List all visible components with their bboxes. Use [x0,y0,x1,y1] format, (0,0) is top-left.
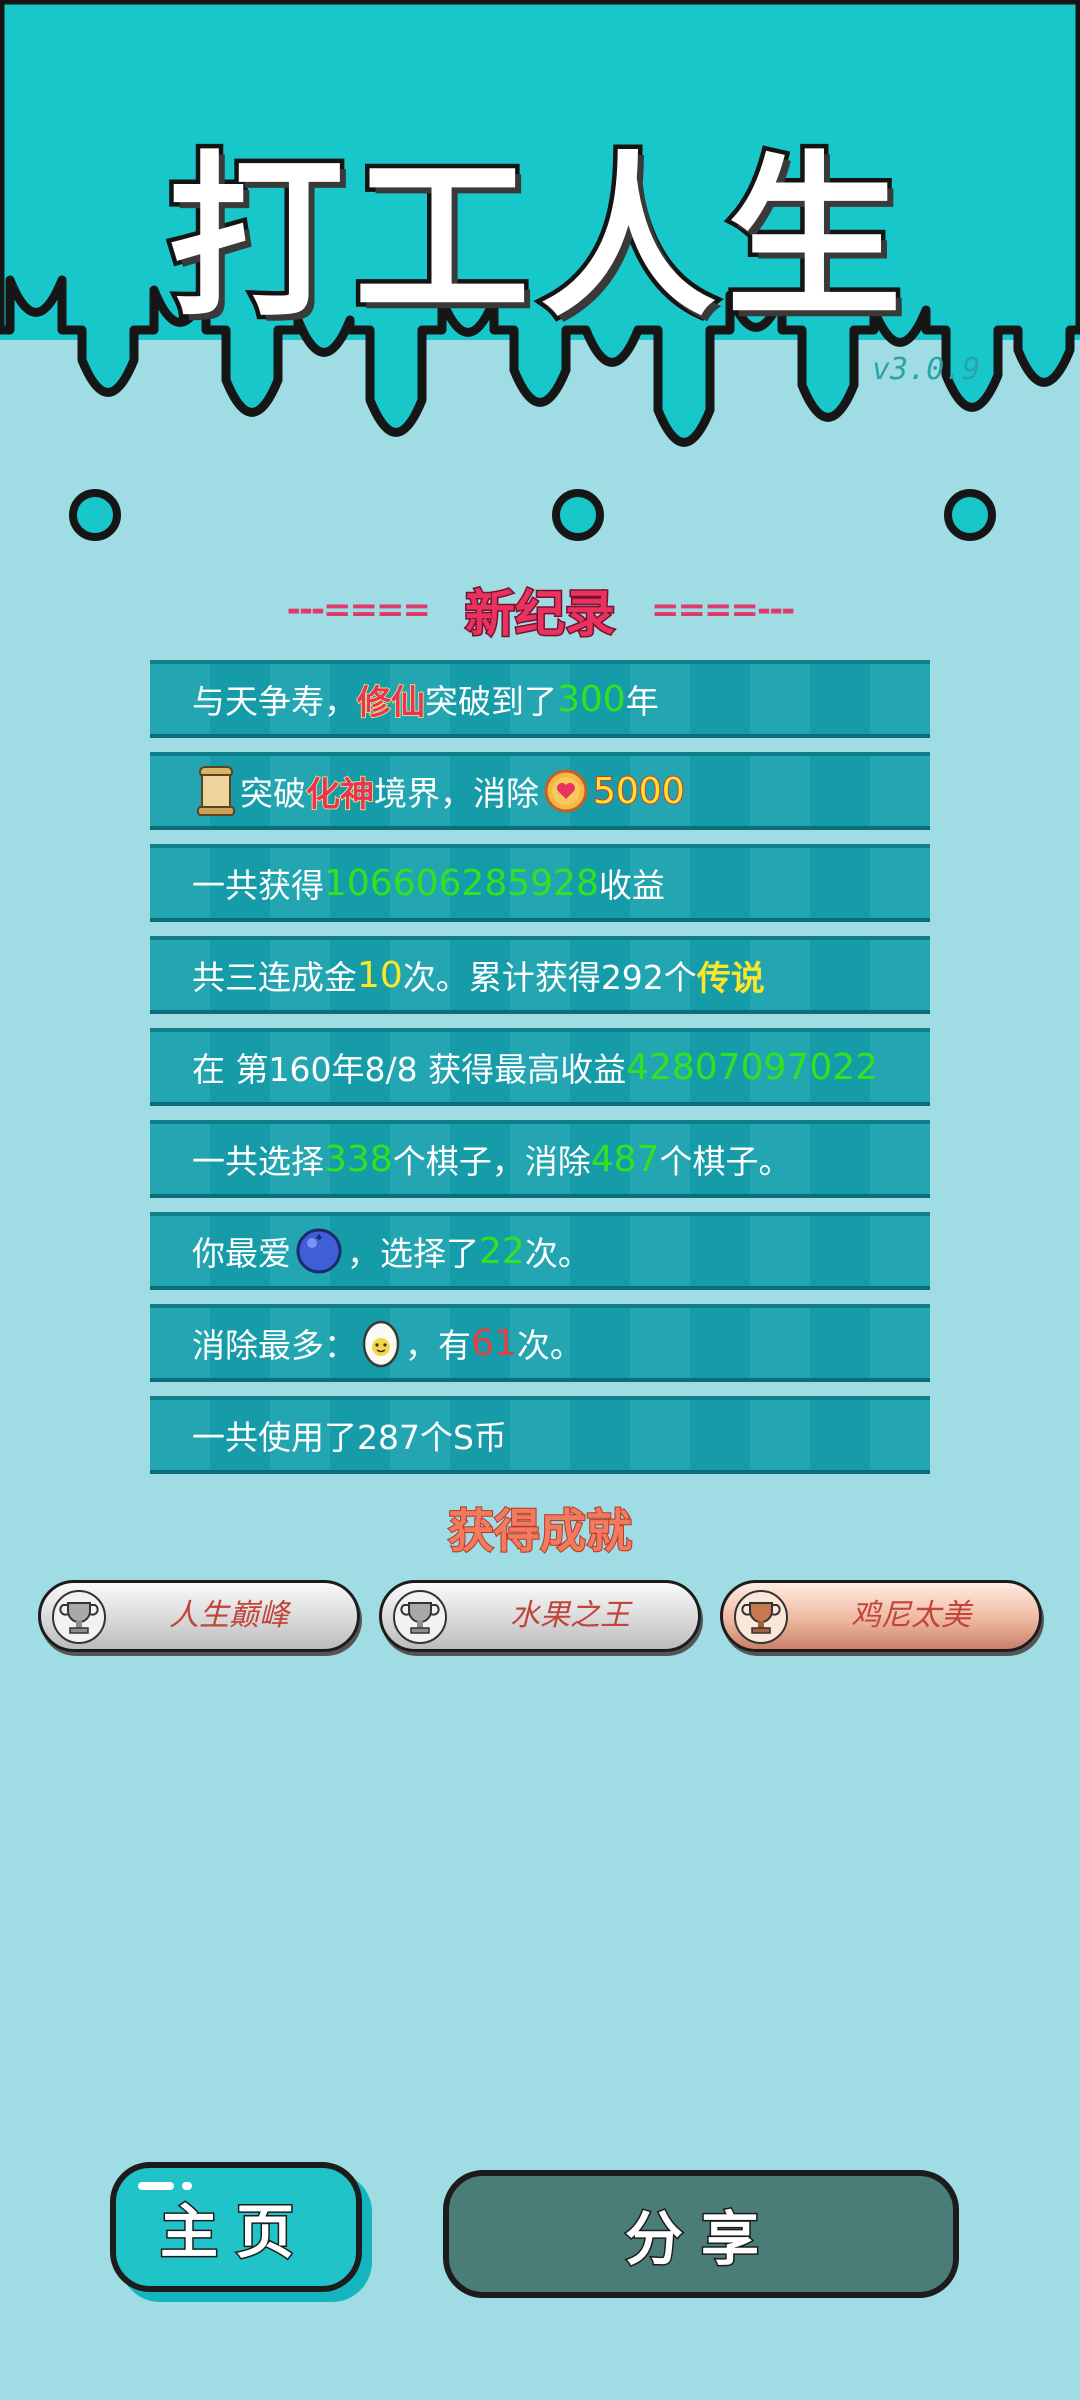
stat-text: 境界，消除 [374,774,539,813]
drip-drop [944,489,996,541]
trophy-icon [393,1590,447,1644]
blueberry-icon [296,1228,342,1274]
stat-row-income: 一共获得 106606285928 收益 [150,844,930,922]
stat-text: 次。累计获得292个 [402,958,697,997]
stat-text: 突破 [240,774,306,813]
stat-value: 10 [357,954,403,996]
stat-text: 突破到了 [425,682,557,721]
stat-value: 338 [324,1138,393,1180]
button-shine [182,2182,192,2190]
stat-text: 在 第160年8/8 获得最高收益 [192,1050,627,1089]
stat-text: 收益 [598,866,665,905]
stat-text: 你最爱 [192,1234,291,1273]
stat-value: 42807097022 [626,1046,879,1088]
button-shine [138,2182,174,2190]
achievement-label: 鸡尼太美 [851,1598,971,1633]
home-button[interactable]: 主页 [110,2162,362,2292]
realm-tag: 修仙 [356,682,426,724]
stat-text: 一共获得 [192,866,324,905]
trophy-icon [734,1590,788,1644]
stat-text: 与天争寿， [192,682,357,721]
stat-text: 个棋子，消除 [392,1142,591,1181]
stats-list: 与天争寿， 修仙 突破到了 300 年 突破 化神 境界，消除 5000 一共获… [150,660,930,1488]
achievements-title: 获得成就 [447,1503,633,1559]
stat-text: 共三连成金 [192,958,357,997]
stat-text: 次。 [516,1326,583,1365]
stat-row-pieces: 一共选择 338 个棋子，消除 487 个棋子。 [150,1120,930,1198]
stat-text: 一共使用了287个S币 [192,1418,507,1457]
achievement-label: 人生巅峰 [169,1598,289,1633]
realm-tag: 化神 [305,774,375,816]
stat-text: 消除最多： [192,1326,357,1365]
stat-row-max-income: 在 第160年8/8 获得最高收益 42807097022 [150,1028,930,1106]
stat-row-lifespan: 与天争寿， 修仙 突破到了 300 年 [150,660,930,738]
achievement-badge[interactable]: 鸡尼太美 [720,1580,1042,1652]
stat-row-triple: 共三连成金 10 次。累计获得292个 传说 [150,936,930,1014]
share-button[interactable]: 分享 [443,2170,959,2298]
stat-row-most-removed: 消除最多： ，有 61 次。 [150,1304,930,1382]
share-button-label: 分享 [623,2204,777,2275]
drip-drop [69,489,121,541]
stat-text: ，有 [405,1326,471,1365]
stat-row-realm: 突破 化神 境界，消除 5000 [150,752,930,830]
achievement-badge[interactable]: 水果之王 [379,1580,701,1652]
stat-value: 106606285928 [324,862,599,904]
stat-row-favorite: 你最爱 ，选择了 22 次。 [150,1212,930,1290]
stat-value: 487 [590,1138,660,1180]
record-dash-right: ====--- [651,590,795,630]
new-record-header: ---==== 新纪录 ====--- [0,575,1080,645]
stat-text: ，选择了 [347,1234,479,1273]
trophy-icon [52,1590,106,1644]
legend-tag: 传说 [696,958,765,999]
stat-text: 年 [625,682,659,721]
egg-icon [362,1320,400,1368]
stat-value: 5000 [592,770,686,813]
stat-text: 一共选择 [192,1142,324,1181]
stat-text: 个棋子。 [659,1142,792,1181]
version-label: v3.0.9 [872,352,981,387]
game-title: 打工人生 [163,132,912,346]
record-dash-left: ---==== [286,590,431,630]
record-title: 新纪录 [464,583,617,645]
achievement-label: 水果之王 [510,1598,630,1633]
heart-coin-icon [544,769,588,813]
stat-value: 61 [471,1322,517,1364]
achievement-badge[interactable]: 人生巅峰 [38,1580,360,1652]
stat-row-coins-used: 一共使用了287个S币 [150,1396,930,1474]
stat-text: 次。 [524,1234,591,1273]
achievements-row: 人生巅峰 水果之王 鸡尼太美 [38,1580,1042,1654]
home-button-label: 主页 [158,2197,312,2268]
stat-value: 22 [479,1230,525,1272]
scroll-icon [197,766,235,816]
drip-drop [552,489,604,541]
stat-value: 300 [557,678,626,720]
